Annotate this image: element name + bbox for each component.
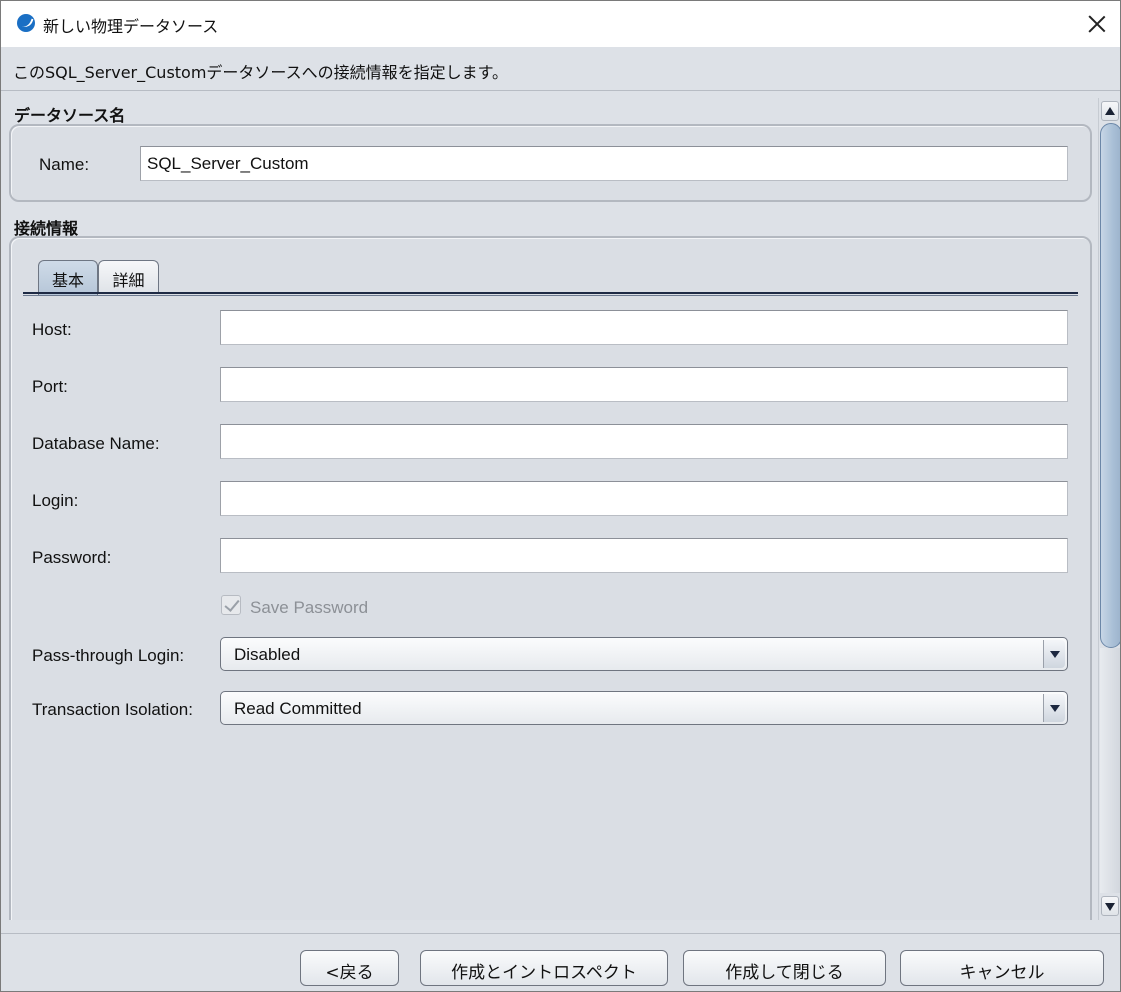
- cancel-button[interactable]: キャンセル: [900, 950, 1104, 986]
- pass-through-login-label: Pass-through Login:: [32, 646, 185, 665]
- info-text: このSQL_Server_Customデータソースへの接続情報を指定します。: [13, 63, 509, 82]
- back-button[interactable]: <戻る: [300, 950, 399, 986]
- pass-through-login-select[interactable]: Disabled: [220, 637, 1068, 671]
- tab-divider: [23, 292, 1078, 296]
- save-password-checkbox[interactable]: [221, 595, 241, 615]
- database-name-input[interactable]: [220, 424, 1068, 459]
- close-icon[interactable]: [1084, 11, 1110, 37]
- transaction-isolation-label: Transaction Isolation:: [32, 700, 193, 719]
- transaction-isolation-select[interactable]: Read Committed: [220, 691, 1068, 725]
- host-label: Host:: [32, 320, 72, 339]
- content-area: データソース名 Name: 接続情報 基本 詳細 Host: Port: Dat…: [1, 92, 1098, 920]
- info-bar: このSQL_Server_Customデータソースへの接続情報を指定します。: [1, 47, 1120, 91]
- chevron-down-icon[interactable]: [1043, 694, 1065, 722]
- login-input[interactable]: [220, 481, 1068, 516]
- create-introspect-button[interactable]: 作成とイントロスペクト: [420, 950, 668, 986]
- datasource-group: Name:: [9, 124, 1092, 202]
- datasource-section-title: データソース名: [14, 106, 126, 125]
- footer-bar: <戻る 作成とイントロスペクト 作成して閉じる キャンセル: [1, 933, 1120, 991]
- chevron-down-icon[interactable]: [1043, 640, 1065, 668]
- password-label: Password:: [32, 548, 112, 567]
- name-label: Name:: [39, 155, 90, 174]
- scroll-track[interactable]: [1100, 648, 1120, 893]
- scroll-thumb[interactable]: [1100, 123, 1120, 648]
- password-input[interactable]: [220, 538, 1068, 573]
- login-label: Login:: [32, 491, 79, 510]
- tab-basic[interactable]: 基本: [38, 260, 98, 295]
- vertical-scrollbar[interactable]: [1098, 98, 1120, 920]
- host-input[interactable]: [220, 310, 1068, 345]
- port-label: Port:: [32, 377, 68, 396]
- name-input[interactable]: [140, 146, 1068, 181]
- scroll-up-icon[interactable]: [1101, 101, 1119, 121]
- window-title: 新しい物理データソース: [43, 17, 219, 36]
- create-close-button[interactable]: 作成して閉じる: [683, 950, 886, 986]
- app-logo-icon: [17, 14, 35, 32]
- tab-advanced[interactable]: 詳細: [98, 260, 159, 293]
- scroll-down-icon[interactable]: [1101, 896, 1119, 916]
- save-password-label: Save Password: [250, 598, 369, 617]
- port-input[interactable]: [220, 367, 1068, 402]
- pass-through-login-value: Disabled: [234, 645, 301, 664]
- title-bar: 新しい物理データソース: [1, 1, 1120, 47]
- database-name-label: Database Name:: [32, 434, 160, 453]
- transaction-isolation-value: Read Committed: [234, 699, 362, 718]
- dialog-window: 新しい物理データソース このSQL_Server_Customデータソースへの接…: [0, 0, 1121, 992]
